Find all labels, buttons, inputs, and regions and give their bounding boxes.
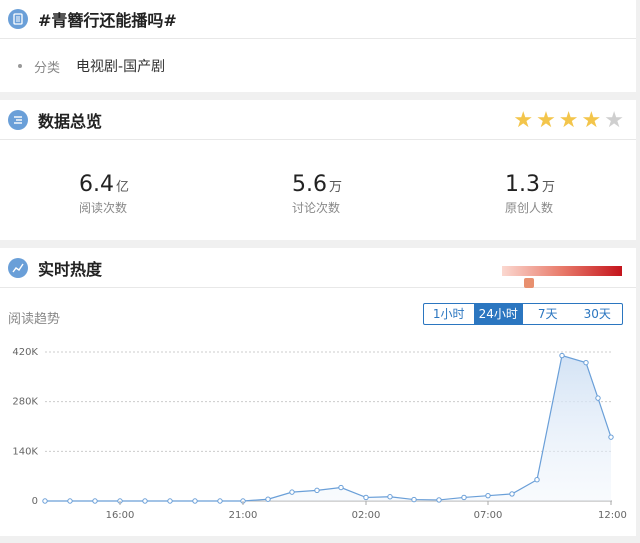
- y-tick-label: 0: [32, 496, 38, 507]
- stat-label: 原创人数: [505, 201, 554, 215]
- data-point: [509, 491, 515, 497]
- topic-card: #青簪行还能播吗# 分类 电视剧-国产剧: [0, 0, 636, 92]
- data-point: [167, 498, 173, 504]
- data-point: [411, 496, 417, 503]
- tab-range-2[interactable]: 7天: [523, 304, 573, 324]
- data-point: [436, 497, 442, 503]
- category-label: 分类: [34, 60, 61, 76]
- data-point: [534, 477, 540, 483]
- data-point: [289, 489, 295, 495]
- stat-unit: 万: [329, 180, 343, 195]
- read-trend-chart: 0 140K 280K 420K 16:00 21:00 02:00 07:00 12:00: [12, 347, 627, 521]
- y-tick-label: 280K: [12, 397, 38, 408]
- data-point: [314, 487, 320, 494]
- stat-value: 1.3: [505, 172, 540, 197]
- star-icon: ★: [604, 108, 624, 133]
- topic-title: #青簪行还能播吗#: [38, 11, 177, 30]
- rating-stars: ★ ★ ★ ★ ★: [513, 108, 624, 133]
- stat-label: 阅读次数: [79, 201, 128, 215]
- heat-title: 实时热度: [38, 259, 103, 279]
- tab-range-3[interactable]: 30天: [573, 304, 623, 324]
- stat-unit: 亿: [116, 180, 130, 195]
- x-tick-label: 02:00: [352, 510, 381, 521]
- star-icon: ★: [581, 108, 602, 133]
- data-point: [559, 352, 565, 359]
- tab-range-0[interactable]: 1小时: [424, 304, 474, 324]
- data-point: [595, 395, 601, 401]
- heat-marker-icon: [524, 278, 534, 288]
- heat-header: 实时热度: [0, 248, 636, 288]
- stat-reads: 6.4 亿 阅读次数: [79, 172, 129, 216]
- series-line: [45, 354, 612, 502]
- stat-value: 5.6: [292, 172, 327, 197]
- overview-header: 数据总览 ★ ★ ★ ★ ★: [0, 100, 636, 140]
- data-point: [92, 498, 98, 504]
- topic-header: #青簪行还能播吗#: [0, 0, 636, 39]
- stat-originals: 1.3 万 原创人数: [505, 172, 555, 216]
- x-tick-label: 07:00: [474, 510, 503, 521]
- document-icon: [8, 9, 28, 29]
- data-point: [387, 494, 393, 500]
- chart-icon: [8, 257, 28, 278]
- data-point: [608, 434, 614, 440]
- star-icon: ★: [513, 108, 534, 133]
- data-point: [265, 496, 271, 502]
- data-point: [338, 484, 344, 491]
- data-point: [217, 498, 223, 504]
- list-icon: [8, 109, 28, 130]
- data-point: [461, 494, 467, 501]
- x-tick-label: 21:00: [229, 510, 258, 521]
- star-icon: ★: [536, 108, 556, 133]
- time-range-tabs: 1小时 24小时 7天 30天: [423, 303, 623, 325]
- data-point: [363, 494, 369, 501]
- category-row: 分类 电视剧-国产剧: [18, 56, 165, 76]
- overview-card: 数据总览 ★ ★ ★ ★ ★: [0, 100, 636, 240]
- tab-range-1[interactable]: 24小时: [473, 304, 523, 324]
- overview-title: 数据总览: [38, 111, 103, 131]
- trend-label: 阅读趋势: [8, 312, 61, 327]
- y-tick-label: 420K: [12, 347, 38, 358]
- stat-value: 6.4: [79, 172, 114, 197]
- stat-discussions: 5.6 万 讨论次数: [292, 172, 342, 216]
- x-tick-label: 16:00: [106, 510, 135, 521]
- data-point: [192, 498, 198, 504]
- data-point: [142, 498, 148, 504]
- data-point: [583, 359, 589, 366]
- heat-gauge: [502, 266, 622, 288]
- area-fill: [45, 355, 611, 501]
- x-tick-label: 12:00: [598, 510, 627, 521]
- data-point: [67, 498, 73, 504]
- data-point: [42, 498, 48, 504]
- data-point: [485, 492, 491, 499]
- stat-label: 讨论次数: [292, 201, 341, 215]
- category-value: 电视剧-国产剧: [76, 59, 166, 75]
- stat-unit: 万: [542, 180, 556, 195]
- y-tick-label: 140K: [12, 446, 38, 457]
- bullet-icon: [18, 64, 22, 68]
- star-icon: ★: [558, 108, 579, 133]
